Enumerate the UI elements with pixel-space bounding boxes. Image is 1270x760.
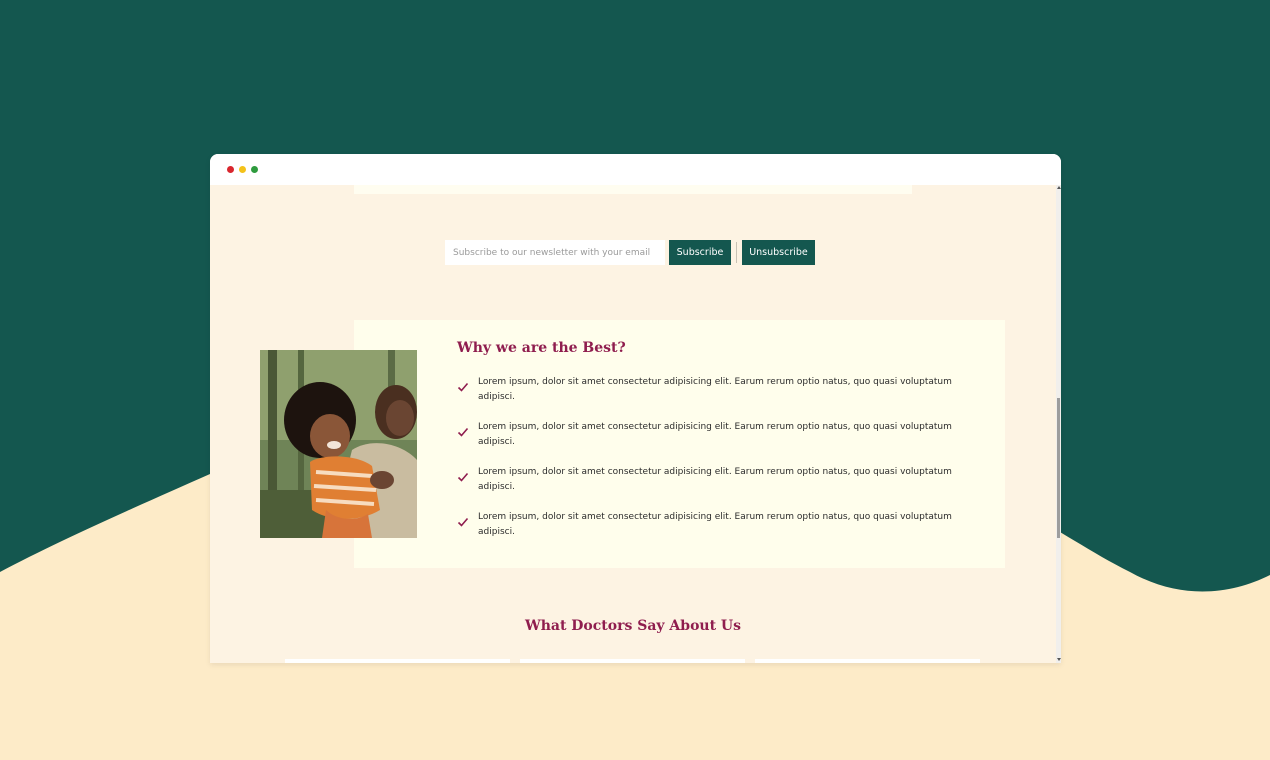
testimonial-card <box>285 659 510 663</box>
list-item-text: Lorem ipsum, dolor sit amet consectetur … <box>478 467 952 492</box>
list-item-text: Lorem ipsum, dolor sit amet consectetur … <box>478 377 952 402</box>
newsletter-email-input[interactable] <box>445 240 665 265</box>
testimonials-title: What Doctors Say About Us <box>524 618 742 634</box>
unsubscribe-button[interactable]: Unsubscribe <box>742 240 815 265</box>
close-dot[interactable] <box>227 166 234 173</box>
maximize-dot[interactable] <box>251 166 258 173</box>
why-best-list: Lorem ipsum, dolor sit amet consectetur … <box>457 375 977 555</box>
window-titlebar <box>210 154 1061 185</box>
checkmark-icon <box>457 517 469 527</box>
list-item: Lorem ipsum, dolor sit amet consectetur … <box>457 420 977 465</box>
checkmark-icon <box>457 382 469 392</box>
testimonial-cards-row <box>260 659 1010 663</box>
list-item-text: Lorem ipsum, dolor sit amet consectetur … <box>478 422 952 447</box>
scrollbar-thumb[interactable] <box>1057 398 1060 538</box>
testimonial-card <box>520 659 745 663</box>
button-divider <box>736 242 737 263</box>
checkmark-icon <box>457 472 469 482</box>
checkmark-icon <box>457 427 469 437</box>
list-item-text: Lorem ipsum, dolor sit amet consectetur … <box>478 512 952 537</box>
list-item: Lorem ipsum, dolor sit amet consectetur … <box>457 375 977 420</box>
page-viewport: Subscribe Unsubscribe <box>210 185 1061 663</box>
testimonial-card <box>755 659 980 663</box>
minimize-dot[interactable] <box>239 166 246 173</box>
list-item: Lorem ipsum, dolor sit amet consectetur … <box>457 510 977 555</box>
previous-section-card <box>354 185 912 194</box>
list-item: Lorem ipsum, dolor sit amet consectetur … <box>457 465 977 510</box>
why-best-title: Why we are the Best? <box>457 340 626 356</box>
subscribe-button[interactable]: Subscribe <box>669 240 731 265</box>
family-photo <box>260 350 417 538</box>
page-scrollbar[interactable] <box>1056 185 1061 663</box>
scroll-up-arrow-icon[interactable] <box>1057 186 1061 189</box>
browser-window: Subscribe Unsubscribe <box>210 154 1061 663</box>
scroll-down-arrow-icon[interactable] <box>1057 658 1061 661</box>
